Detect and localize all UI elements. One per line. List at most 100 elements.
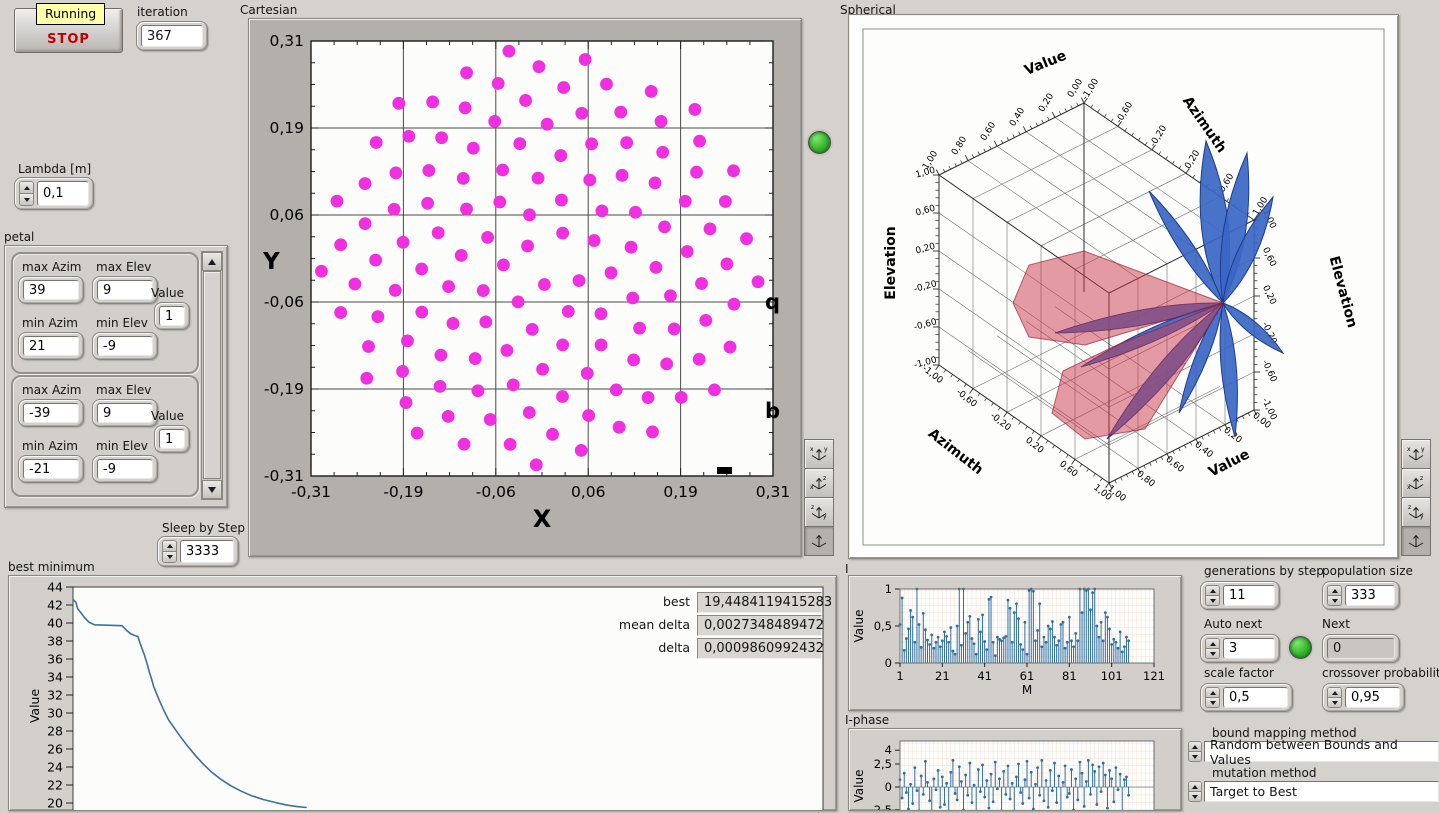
svg-text:X: X <box>533 505 552 533</box>
max-elev-input[interactable] <box>97 280 153 300</box>
svg-text:1: 1 <box>885 582 892 596</box>
svg-text:21: 21 <box>935 669 950 683</box>
svg-text:Value: Value <box>852 610 866 643</box>
best-label: best <box>600 594 690 609</box>
scale-factor-spinner[interactable] <box>1205 687 1220 708</box>
svg-text:x: x <box>1407 446 1411 453</box>
crossover-label: crossover probability <box>1322 666 1439 680</box>
min-azim-input[interactable] <box>23 459 79 479</box>
svg-text:0,31: 0,31 <box>756 483 791 501</box>
svg-text:Elevation: Elevation <box>883 226 899 300</box>
svg-text:28: 28 <box>47 724 63 739</box>
iphase-plot[interactable]: 42,50-2,5Value <box>849 729 1181 810</box>
svg-text:b: b <box>765 399 780 423</box>
running-tooltip: Running <box>36 3 105 25</box>
spherical-graph[interactable]: 0,000,200,400,600,801,00-1,00-0,60-0,200… <box>848 14 1399 559</box>
mutation-select[interactable]: Target to Best <box>1188 781 1439 802</box>
auto-next-control[interactable] <box>1200 634 1280 663</box>
svg-text:y: y <box>1420 513 1424 520</box>
generations-spinner[interactable] <box>1205 585 1220 606</box>
min-elev-input[interactable] <box>97 336 153 356</box>
svg-text:Y: Y <box>262 249 280 275</box>
generations-input[interactable] <box>1223 585 1275 606</box>
svg-text:4: 4 <box>885 743 892 757</box>
lambda-control[interactable] <box>14 177 94 210</box>
scrollbar-thumb[interactable] <box>203 271 221 479</box>
mutation-value: Target to Best <box>1204 781 1439 802</box>
svg-text:0,19: 0,19 <box>663 483 698 501</box>
i-plot[interactable]: 10,50121416181101121MValue <box>849 576 1181 710</box>
scroll-down-icon[interactable] <box>202 480 222 499</box>
petal-scrollbar[interactable] <box>201 251 223 500</box>
mutation-label: mutation method <box>1212 766 1317 780</box>
svg-text:0: 0 <box>885 780 892 794</box>
scale-factor-control[interactable] <box>1200 683 1293 712</box>
svg-text:0: 0 <box>885 656 892 670</box>
svg-text:30: 30 <box>47 706 63 721</box>
i-chart[interactable]: 10,50121416181101121MValue <box>848 575 1182 711</box>
scroll-up-icon[interactable] <box>202 252 222 271</box>
projection-zy-button[interactable]: zy <box>1401 497 1431 527</box>
svg-text:y: y <box>1421 446 1425 453</box>
min-elev-label: min Elev <box>96 316 148 330</box>
sleep-control[interactable] <box>157 536 239 567</box>
svg-text:121: 121 <box>1143 669 1165 683</box>
population-control[interactable] <box>1322 581 1400 610</box>
iphase-chart[interactable]: 42,50-2,5Value <box>848 728 1182 811</box>
svg-text:1: 1 <box>896 669 903 683</box>
svg-text:z: z <box>1408 504 1411 511</box>
max-elev-input[interactable] <box>97 403 153 423</box>
max-azim-input[interactable] <box>23 403 79 423</box>
svg-text:38: 38 <box>47 634 63 649</box>
projection-3d-button[interactable] <box>1401 526 1431 556</box>
projection-xz-button[interactable]: xz <box>1401 468 1431 498</box>
svg-text:x: x <box>810 446 814 453</box>
svg-text:-0,31: -0,31 <box>291 483 331 501</box>
svg-text:x: x <box>1407 484 1411 491</box>
min-elev-label: min Elev <box>96 439 148 453</box>
mutation-spinner[interactable] <box>1188 781 1202 802</box>
svg-text:81: 81 <box>1062 669 1077 683</box>
delta-value: 0,0009860992432 <box>697 638 822 659</box>
svg-text:42: 42 <box>47 598 63 613</box>
lambda-spinner[interactable] <box>19 181 34 206</box>
lambda-input[interactable] <box>37 181 89 206</box>
sleep-spinner[interactable] <box>162 540 177 563</box>
value-input[interactable] <box>159 306 185 326</box>
min-elev-input[interactable] <box>97 459 153 479</box>
svg-text:q: q <box>765 290 780 314</box>
auto-next-spinner[interactable] <box>1205 638 1220 659</box>
projection-3d-button[interactable] <box>804 526 834 556</box>
projection-xz-button[interactable]: xz <box>804 468 834 498</box>
cartesian-plot[interactable]: -0,31-0,19-0,060,060,190,310,310,190,06-… <box>249 19 801 556</box>
svg-text:0,31: 0,31 <box>269 32 304 50</box>
projection-zy-button[interactable]: zy <box>804 497 834 527</box>
projection-xy-button[interactable]: xy <box>1401 439 1431 469</box>
bound-mapping-spinner[interactable] <box>1188 741 1202 762</box>
svg-text:34: 34 <box>47 670 63 685</box>
max-azim-input[interactable] <box>23 280 79 300</box>
projection-xy-button[interactable]: xy <box>804 439 834 469</box>
svg-text:0,19: 0,19 <box>269 119 304 137</box>
value-input[interactable] <box>159 429 185 449</box>
best-minimum-label: best minimum <box>8 560 95 574</box>
bound-mapping-select[interactable]: Random between Bounds and Values <box>1188 741 1439 762</box>
crossover-control[interactable] <box>1322 683 1405 712</box>
spherical-projection-palette: xy xz zy <box>1401 439 1431 555</box>
spherical-plot[interactable]: 0,000,200,400,600,801,00-1,00-0,60-0,200… <box>849 15 1398 558</box>
svg-text:-0,19: -0,19 <box>264 380 304 398</box>
crossover-spinner[interactable] <box>1327 687 1342 708</box>
cartesian-graph[interactable]: -0,31-0,19-0,060,060,190,310,310,190,06-… <box>248 18 802 557</box>
value-label: Value <box>151 409 184 423</box>
scale-factor-input[interactable] <box>1223 687 1288 708</box>
auto-next-input[interactable] <box>1223 638 1275 659</box>
auto-next-led-indicator <box>1289 636 1312 659</box>
population-spinner[interactable] <box>1327 585 1342 606</box>
min-azim-input[interactable] <box>23 336 79 356</box>
svg-text:44: 44 <box>47 580 63 595</box>
generations-control[interactable] <box>1200 581 1280 610</box>
crossover-input[interactable] <box>1345 687 1400 708</box>
population-input[interactable] <box>1345 585 1395 606</box>
max-azim-label: max Azim <box>22 383 82 397</box>
sleep-input[interactable] <box>180 540 234 563</box>
